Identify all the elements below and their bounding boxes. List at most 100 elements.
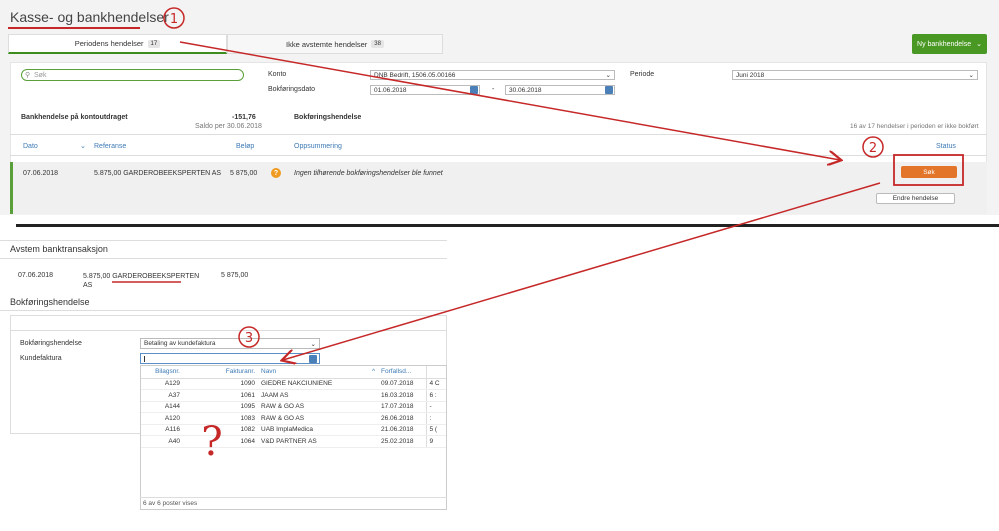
divider: [140, 497, 447, 498]
periode-value: Juni 2018: [736, 71, 765, 79]
bokforingsdato-label: Bokføringsdato: [268, 86, 316, 93]
tab-label: Ikke avstemte hendelser: [286, 39, 368, 49]
col-header-truncated: [425, 366, 446, 379]
dropdown-count-text: 6 av 6 poster vises: [143, 500, 198, 507]
sort-chevron-icon[interactable]: ⌄: [80, 142, 86, 150]
col-header-forfall[interactable]: Forfallsd...: [378, 366, 426, 379]
konto-value: DNB Bedrift, 1506.05.00166: [374, 71, 456, 79]
periode-select[interactable]: Juni 2018 ⌄: [732, 70, 978, 80]
tab-label: Periodens hendelser: [74, 39, 144, 48]
bank-section-label: Bankhendelse på kontoutdraget: [21, 114, 128, 121]
kundefaktura-label: Kundefaktura: [20, 355, 62, 362]
cell-truncated: -: [425, 401, 446, 413]
periode-label: Periode: [630, 71, 655, 78]
row-summary: Ingen tilhørende bokføringshendelser ble…: [294, 170, 443, 177]
txn-date: 07.06.2018: [18, 272, 54, 279]
invoice-row[interactable]: A37 1061 JAAM AS 16.03.2018 6 :: [141, 389, 446, 402]
chevron-down-icon: ⌄: [605, 72, 611, 79]
search-placeholder: Søk: [34, 71, 47, 79]
cell-truncated: :: [425, 412, 446, 425]
cell-truncated: 6 :: [425, 389, 446, 402]
col-header-status[interactable]: Status: [936, 143, 956, 150]
bokf-section-title: Bokføringshendelse: [10, 297, 90, 307]
col-header-belop[interactable]: Beløp: [236, 143, 254, 150]
page-title: Kasse- og bankhendelser: [10, 9, 169, 25]
invoice-row[interactable]: A129 1090 GIEDRE NAKCIUNIENE 09.07.2018 4 C: [141, 378, 446, 390]
cell-navn: UAB ImplaMedica: [258, 424, 378, 436]
divider: [0, 258, 447, 259]
konto-select[interactable]: DNB Bedrift, 1506.05.00166 ⌄: [370, 70, 615, 80]
cell-navn: RAW & GO AS: [258, 412, 378, 425]
konto-label: Konto: [268, 71, 287, 78]
invoice-row[interactable]: A144 1095 RAW & GO AS 17.07.2018-: [141, 401, 446, 413]
cell-fakturanr: 1095: [183, 401, 258, 413]
cell-forfall: 26.06.2018: [378, 412, 426, 425]
tab-count-badge: 17: [147, 39, 161, 48]
col-header-oppsummering[interactable]: Oppsummering: [294, 143, 342, 150]
new-bank-event-button[interactable]: Ny bankhendelse ⌄: [912, 34, 987, 54]
date-from-input[interactable]: 01.06.2018: [370, 85, 480, 95]
new-bank-event-label: Ny bankhendelse: [917, 40, 972, 48]
text-caret: [144, 356, 145, 362]
invoice-row[interactable]: A116 1082 UAB ImplaMedica 21.06.2018 5 (: [141, 424, 446, 436]
bokf-type-select[interactable]: Betaling av kundefaktura ⌄: [140, 338, 320, 349]
bokf-type-value: Betaling av kundefaktura: [144, 340, 216, 347]
cell-forfall: 09.07.2018: [378, 378, 426, 390]
col-header-bilagsnr[interactable]: Bilagsnr.: [141, 366, 183, 379]
tab-ikke-avstemte[interactable]: Ikke avstemte hendelser 38: [227, 34, 443, 54]
col-header-navn[interactable]: Navn ^: [258, 366, 378, 379]
cell-forfall: 17.07.2018: [378, 401, 426, 413]
col-header-dato[interactable]: Dato: [23, 143, 38, 150]
cell-bilagsnr: A40: [141, 435, 183, 448]
cell-forfall: 21.06.2018: [378, 424, 426, 436]
sort-asc-icon[interactable]: ^: [372, 368, 375, 375]
tab-periodens-hendelser[interactable]: Periodens hendelser 17: [8, 34, 227, 54]
edit-event-button[interactable]: Endre hendelse: [876, 193, 955, 204]
saldo-label: Saldo per 30.06.2018: [195, 123, 262, 130]
cell-forfall: 16.03.2018: [378, 389, 426, 402]
bokf-section-label: Bokføringshendelse: [294, 114, 362, 121]
divider: [10, 330, 447, 331]
cell-fakturanr: 1082: [183, 424, 258, 436]
cell-truncated: 5 (: [425, 424, 446, 436]
cell-bilagsnr: A37: [141, 389, 183, 402]
date-to-input[interactable]: 30.06.2018: [505, 85, 615, 95]
cell-forfall: 25.02.2018: [378, 435, 426, 448]
calendar-icon[interactable]: [605, 86, 613, 94]
txn-reference-line1: 5.875,00 GARDEROBEEKSPERTEN: [83, 273, 200, 280]
cell-bilagsnr: A144: [141, 401, 183, 413]
col-header-fakturanr[interactable]: Fakturanr.: [183, 366, 258, 379]
saldo-amount: -151,76: [232, 114, 256, 121]
row-date: 07.06.2018: [23, 170, 59, 177]
cell-truncated: 9: [425, 435, 446, 448]
txn-reference-line2: AS: [83, 282, 93, 289]
col-header-referanse[interactable]: Referanse: [94, 143, 126, 150]
kundefaktura-input[interactable]: [140, 353, 320, 364]
tab-count-badge: 38: [371, 40, 384, 48]
reconcile-title: Avstem banktransaksjon: [10, 244, 108, 254]
cell-truncated: 4 C: [425, 378, 446, 390]
calendar-icon[interactable]: [470, 86, 478, 94]
divider: [0, 240, 447, 241]
navn-header-label: Navn: [261, 368, 277, 376]
cell-navn: JAAM AS: [258, 389, 378, 402]
cell-bilagsnr: A129: [141, 378, 183, 390]
chevron-down-icon: ⌄: [310, 340, 316, 348]
cell-bilagsnr: A120: [141, 412, 183, 425]
search-icon: ⚲: [25, 72, 31, 79]
cell-navn: V&D PARTNER AS: [258, 435, 378, 448]
cell-bilagsnr: A116: [141, 424, 183, 436]
sok-button[interactable]: Søk: [901, 166, 957, 178]
warning-question-icon: ?: [271, 168, 281, 178]
cell-navn: GIEDRE NAKCIUNIENE: [258, 378, 378, 390]
lookup-icon[interactable]: [309, 354, 317, 363]
summary-count-text: 16 av 17 hendelser i perioden er ikke bo…: [850, 123, 979, 130]
invoice-row[interactable]: A120 1083 RAW & GO AS 26.06.2018:: [141, 412, 446, 425]
divider: [0, 310, 447, 311]
table-header-row: Bilagsnr. Fakturanr. Navn ^ Forfallsd...: [141, 366, 446, 379]
invoice-row[interactable]: A40 1064 V&D PARTNER AS 25.02.2018 9: [141, 435, 446, 448]
search-input[interactable]: ⚲ Søk: [21, 69, 244, 81]
invoice-table: Bilagsnr. Fakturanr. Navn ^ Forfallsd...…: [141, 366, 446, 448]
divider: [10, 155, 987, 156]
cell-fakturanr: 1090: [183, 378, 258, 390]
